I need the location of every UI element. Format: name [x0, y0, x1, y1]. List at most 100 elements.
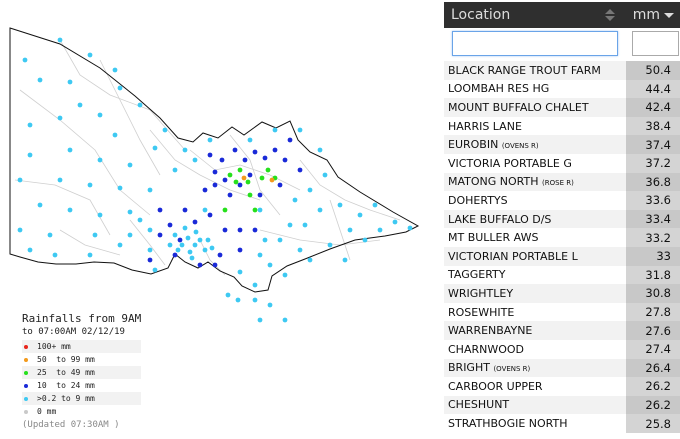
rain-gauge-dot[interactable]	[257, 207, 263, 213]
rain-gauge-dot[interactable]	[282, 157, 288, 163]
station-row[interactable]: STRATHBOGIE NORTH 25.8	[444, 414, 680, 433]
rain-gauge-dot[interactable]	[157, 207, 163, 213]
rain-gauge-dot[interactable]	[372, 202, 378, 208]
rain-gauge-dot[interactable]	[259, 175, 265, 181]
rain-gauge-dot[interactable]	[317, 147, 323, 153]
rain-gauge-dot[interactable]	[347, 227, 353, 233]
rain-gauge-dot[interactable]	[197, 262, 203, 268]
rain-gauge-dot[interactable]	[137, 102, 143, 108]
rain-gauge-dot[interactable]	[217, 252, 223, 258]
rain-gauge-dot[interactable]	[257, 317, 263, 323]
station-row[interactable]: MOUNT BUFFALO CHALET 42.4	[444, 98, 680, 117]
rain-gauge-dot[interactable]	[282, 317, 288, 323]
rain-gauge-dot[interactable]	[167, 242, 173, 248]
rain-gauge-dot[interactable]	[177, 237, 183, 243]
rain-gauge-dot[interactable]	[27, 152, 33, 158]
rain-gauge-dot[interactable]	[112, 132, 118, 138]
rain-gauge-dot[interactable]	[357, 212, 363, 218]
rain-gauge-dot[interactable]	[57, 115, 63, 121]
rain-gauge-dot[interactable]	[237, 247, 243, 253]
station-row[interactable]: WARRENBAYNE 27.6	[444, 321, 680, 340]
rain-gauge-dot[interactable]	[182, 147, 188, 153]
rain-gauge-dot[interactable]	[212, 182, 218, 188]
rain-gauge-dot[interactable]	[172, 167, 178, 173]
rain-gauge-dot[interactable]	[162, 127, 168, 133]
rain-gauge-dot[interactable]	[272, 147, 278, 153]
rain-gauge-dot[interactable]	[227, 172, 233, 178]
rain-gauge-dot[interactable]	[112, 67, 118, 73]
rain-gauge-dot[interactable]	[205, 237, 211, 243]
sort-desc-icon[interactable]	[664, 12, 674, 18]
station-row[interactable]: VICTORIA PORTABLE G 37.2	[444, 153, 680, 173]
rain-gauge-dot[interactable]	[152, 145, 158, 151]
rain-gauge-dot[interactable]	[252, 227, 258, 233]
rain-gauge-dot[interactable]	[27, 122, 33, 128]
station-row[interactable]: MATONG NORTH (ROSE R) 36.8	[444, 172, 680, 192]
rain-gauge-dot[interactable]	[252, 297, 258, 303]
rain-gauge-dot[interactable]	[17, 227, 23, 233]
rain-gauge-dot[interactable]	[287, 222, 293, 228]
rain-gauge-dot[interactable]	[362, 237, 368, 243]
rain-gauge-dot[interactable]	[267, 302, 273, 308]
rain-gauge-dot[interactable]	[241, 175, 247, 181]
rain-gauge-dot[interactable]	[117, 85, 123, 91]
rain-gauge-dot[interactable]	[262, 155, 268, 161]
station-row[interactable]: CHESHUNT 26.2	[444, 395, 680, 415]
rain-gauge-dot[interactable]	[87, 52, 93, 58]
rain-gauge-dot[interactable]	[192, 157, 198, 163]
station-row[interactable]: DOHERTYS 33.6	[444, 191, 680, 210]
rain-gauge-dot[interactable]	[407, 225, 413, 231]
rain-gauge-dot[interactable]	[97, 157, 103, 163]
rain-gauge-dot[interactable]	[247, 192, 253, 198]
rain-gauge-dot[interactable]	[97, 212, 103, 218]
rain-gauge-dot[interactable]	[179, 242, 185, 248]
rain-gauge-dot[interactable]	[257, 192, 263, 198]
rain-gauge-dot[interactable]	[232, 147, 238, 153]
rain-gauge-dot[interactable]	[192, 242, 198, 248]
rain-gauge-dot[interactable]	[77, 102, 83, 108]
rain-gauge-dot[interactable]	[377, 227, 383, 233]
rain-gauge-dot[interactable]	[147, 227, 153, 233]
station-row[interactable]: EUROBIN (OVENS R) 37.4	[444, 135, 680, 154]
rain-gauge-dot[interactable]	[185, 235, 191, 241]
rain-gauge-dot[interactable]	[225, 292, 231, 298]
rain-gauge-dot[interactable]	[47, 232, 53, 238]
station-row[interactable]: WRIGHTLEY 30.8	[444, 284, 680, 303]
rain-gauge-dot[interactable]	[187, 249, 193, 255]
rain-gauge-dot[interactable]	[227, 192, 233, 198]
rain-gauge-dot[interactable]	[157, 232, 163, 238]
rain-gauge-dot[interactable]	[252, 282, 258, 288]
rain-gauge-dot[interactable]	[247, 137, 253, 143]
rain-gauge-dot[interactable]	[137, 217, 143, 223]
rain-gauge-dot[interactable]	[292, 197, 298, 203]
rain-gauge-dot[interactable]	[277, 182, 283, 188]
rain-gauge-dot[interactable]	[287, 137, 293, 143]
rain-gauge-dot[interactable]	[147, 247, 153, 253]
rain-gauge-dot[interactable]	[212, 169, 218, 175]
rain-gauge-dot[interactable]	[87, 182, 93, 188]
rain-gauge-dot[interactable]	[252, 149, 258, 155]
rain-gauge-dot[interactable]	[202, 207, 208, 213]
rain-gauge-dot[interactable]	[67, 207, 73, 213]
rain-gauge-dot[interactable]	[222, 207, 228, 213]
rain-gauge-dot[interactable]	[147, 187, 153, 193]
rain-gauge-dot[interactable]	[87, 252, 93, 258]
rain-gauge-dot[interactable]	[209, 245, 215, 251]
station-row[interactable]: HARRIS LANE 38.4	[444, 116, 680, 136]
rain-gauge-dot[interactable]	[322, 172, 328, 178]
rain-gauge-dot[interactable]	[257, 252, 263, 258]
rain-gauge-dot[interactable]	[207, 152, 213, 158]
station-row[interactable]: BRIGHT (OVENS R) 26.4	[444, 358, 680, 378]
rain-gauge-dot[interactable]	[22, 57, 28, 63]
rain-gauge-dot[interactable]	[237, 167, 243, 173]
rain-gauge-dot[interactable]	[265, 167, 271, 173]
rain-gauge-dot[interactable]	[207, 137, 213, 143]
rain-gauge-dot[interactable]	[97, 112, 103, 118]
rain-gauge-dot[interactable]	[327, 242, 333, 248]
rain-gauge-dot[interactable]	[117, 242, 123, 248]
rain-gauge-dot[interactable]	[317, 207, 323, 213]
rain-gauge-dot[interactable]	[57, 177, 63, 183]
station-row[interactable]: VICTORIAN PORTABLE L 33	[444, 246, 680, 266]
rain-gauge-dot[interactable]	[307, 187, 313, 193]
station-row[interactable]: CARBOOR UPPER 26.2	[444, 377, 680, 396]
